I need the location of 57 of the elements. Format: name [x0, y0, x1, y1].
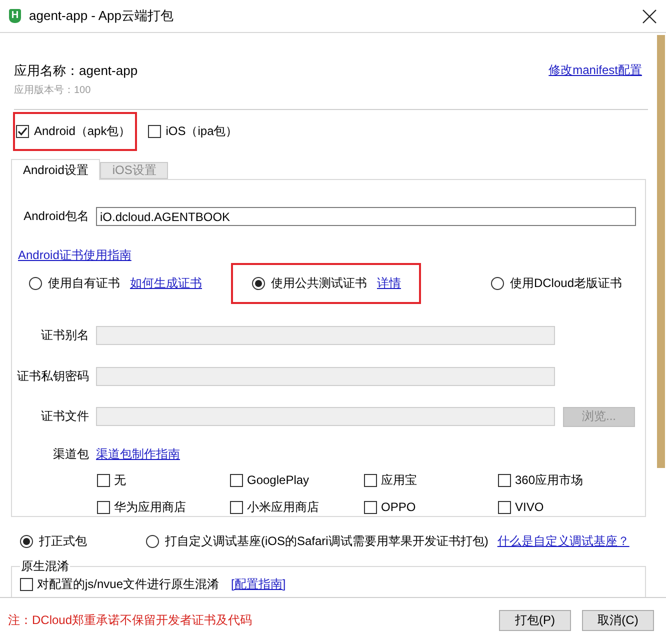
certificate-guide-link[interactable]: Android证书使用指南 [18, 248, 132, 262]
field-label: 证书文件 [40, 409, 90, 424]
checkbox-label: VIVO [515, 500, 544, 514]
checkbox-label: 对配置的js/nvue文件进行原生混淆 [37, 576, 220, 592]
manifest-config-link[interactable]: 修改manifest配置 [548, 63, 642, 78]
scrollbar-thumb[interactable] [657, 35, 665, 468]
field-label: 渠道包 [52, 446, 90, 462]
checkbox[interactable] [230, 500, 243, 514]
checkbox-label: OPPO [381, 500, 416, 514]
radio-button[interactable] [252, 277, 265, 290]
checkbox-label: GooglePlay [247, 472, 310, 488]
checkbox-label: 小米应用商店 [247, 500, 319, 514]
checkbox[interactable] [97, 500, 110, 514]
checkbox[interactable] [97, 474, 110, 486]
notice-text: 注：DCloud郑重承诺不保留开发者证书及代码 [8, 612, 252, 628]
field-label: Android包名 [22, 209, 90, 224]
cancel-button[interactable]: 取消(C) [582, 610, 654, 630]
field-label: 证书私钥密码 [16, 369, 90, 384]
field-label: 证书别名 [40, 328, 90, 343]
checkbox[interactable] [364, 474, 377, 486]
checkbox-label: 应用宝 [381, 472, 417, 488]
radio-label: 使用DCloud老版证书 [510, 276, 622, 291]
radio-label: 打正式包 [39, 534, 87, 548]
radio-button[interactable] [29, 277, 42, 290]
group-title: 原生混淆 [20, 558, 70, 574]
help-link[interactable]: 什么是自定义调试基座？ [497, 534, 630, 548]
checkbox-label: iOS（ipa包） [166, 124, 238, 139]
close-button[interactable] [642, 8, 657, 24]
checkbox[interactable] [148, 125, 161, 138]
tab[interactable]: Android设置 [11, 159, 100, 180]
checkbox[interactable] [16, 125, 29, 138]
checkbox-label: Android（apk包） [34, 124, 131, 139]
radio-button[interactable] [146, 534, 159, 548]
checkbox-label: 无 [114, 472, 126, 488]
close-icon [642, 8, 657, 24]
channel-guide-link[interactable]: 渠道包制作指南 [96, 446, 180, 462]
checkbox-label: 华为应用商店 [114, 500, 186, 514]
checkbox[interactable] [364, 500, 377, 514]
window-title: agent-app - App云端打包 [29, 8, 174, 24]
radio-label: 使用自有证书 [48, 276, 120, 291]
app-name: 应用名称：agent-app [14, 62, 138, 80]
help-link[interactable]: 详情 [377, 276, 401, 291]
radio-button[interactable] [490, 277, 504, 290]
checkbox-label: 360应用市场 [515, 472, 584, 488]
app-logo: H [9, 9, 21, 23]
checkbox[interactable] [498, 500, 511, 514]
package-name-field[interactable]: iO.dcloud.AGENTBOOK [96, 207, 636, 226]
help-link[interactable]: 如何生成证书 [130, 276, 202, 291]
config-guide-link[interactable]: [配置指南] [231, 576, 286, 592]
checkbox[interactable] [230, 474, 243, 486]
checkbox[interactable] [498, 474, 511, 486]
radio-label: 使用公共测试证书 [271, 276, 367, 291]
package-button[interactable]: 打包(P) [499, 610, 571, 630]
radio-label: 打自定义调试基座(iOS的Safari调试需要用苹果开发证书打包) [165, 534, 488, 548]
app-version: 应用版本号：100 [14, 85, 91, 96]
radio-button[interactable] [20, 534, 33, 548]
checkbox[interactable] [20, 578, 33, 590]
